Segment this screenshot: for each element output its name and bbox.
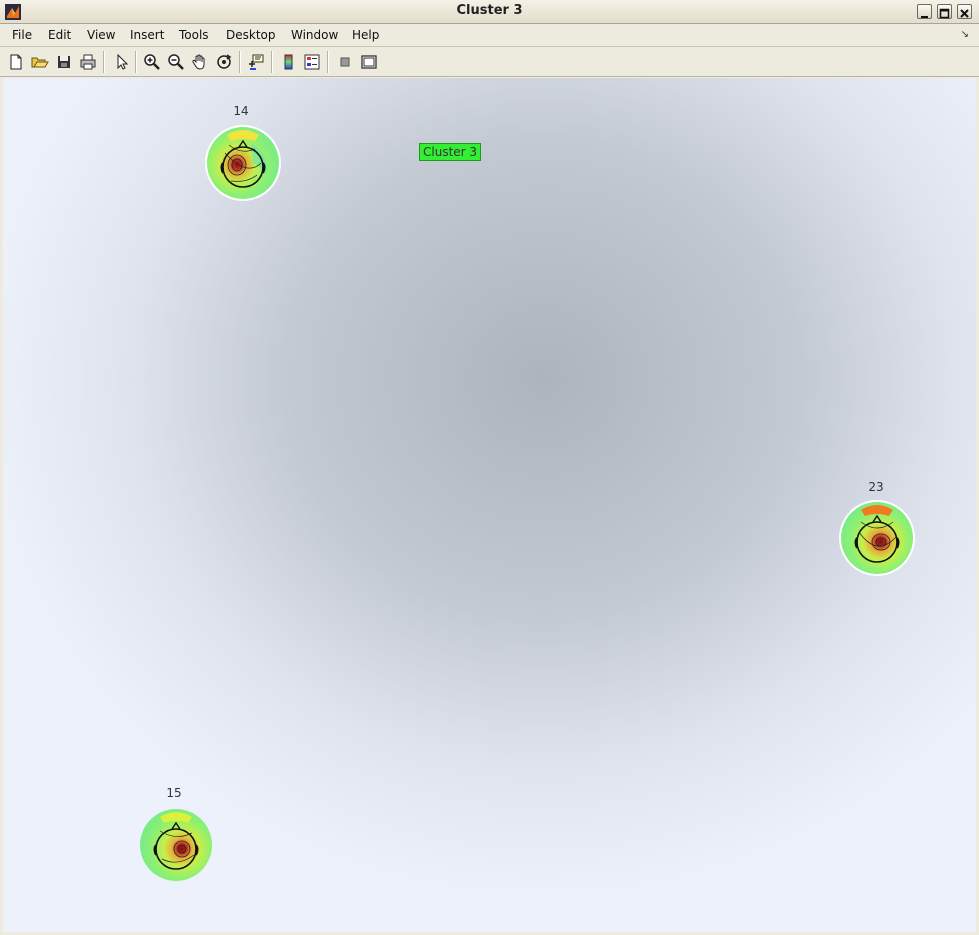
title-bar: Cluster 3 — [0, 0, 979, 24]
scalp-map[interactable] — [203, 123, 283, 207]
data-cursor-icon[interactable] — [246, 52, 266, 72]
show-plot-tools-icon[interactable] — [359, 52, 379, 72]
menu-desktop[interactable]: Desktop — [226, 28, 276, 42]
minimize-button[interactable] — [917, 4, 932, 19]
menu-file[interactable]: File — [12, 28, 32, 42]
scalp-map-label: 23 — [868, 480, 884, 494]
menu-insert[interactable]: Insert — [130, 28, 164, 42]
scalp-map-label: 14 — [233, 104, 249, 118]
scalp-map-label: 15 — [166, 786, 182, 800]
toolbar-separator — [239, 51, 241, 73]
maximize-button[interactable] — [937, 4, 952, 19]
menu-window[interactable]: Window — [291, 28, 338, 42]
close-button[interactable] — [957, 4, 972, 19]
legend-icon[interactable] — [302, 52, 322, 72]
dock-arrow-icon[interactable]: ↘ — [961, 29, 969, 40]
toolbar-separator — [103, 51, 105, 73]
scalp-map[interactable] — [136, 805, 216, 889]
save-icon[interactable] — [54, 52, 74, 72]
hide-plot-tools-icon[interactable] — [335, 52, 355, 72]
open-folder-icon[interactable] — [30, 52, 50, 72]
pan-hand-icon[interactable] — [190, 52, 210, 72]
window-title: Cluster 3 — [456, 3, 523, 18]
print-icon[interactable] — [78, 52, 98, 72]
pointer-icon[interactable] — [112, 52, 132, 72]
menu-edit[interactable]: Edit — [48, 28, 71, 42]
scalp-map[interactable] — [837, 498, 917, 582]
zoom-in-icon[interactable] — [142, 52, 162, 72]
figure-toolbar — [0, 47, 979, 77]
zoom-out-icon[interactable] — [166, 52, 186, 72]
menu-bar: File Edit View Insert Tools Desktop Wind… — [0, 24, 979, 47]
toolbar-separator — [135, 51, 137, 73]
toolbar-separator — [271, 51, 273, 73]
colorbar-icon[interactable] — [279, 52, 299, 72]
menu-tools[interactable]: Tools — [179, 28, 209, 42]
figure-canvas[interactable]: 14 Cluster 3 23 15 — [3, 78, 976, 932]
new-file-icon[interactable] — [6, 52, 26, 72]
rotate-3d-icon[interactable] — [214, 52, 234, 72]
menu-help[interactable]: Help — [352, 28, 379, 42]
cluster-legend: Cluster 3 — [419, 143, 482, 161]
toolbar-separator — [327, 51, 329, 73]
menu-view[interactable]: View — [87, 28, 115, 42]
